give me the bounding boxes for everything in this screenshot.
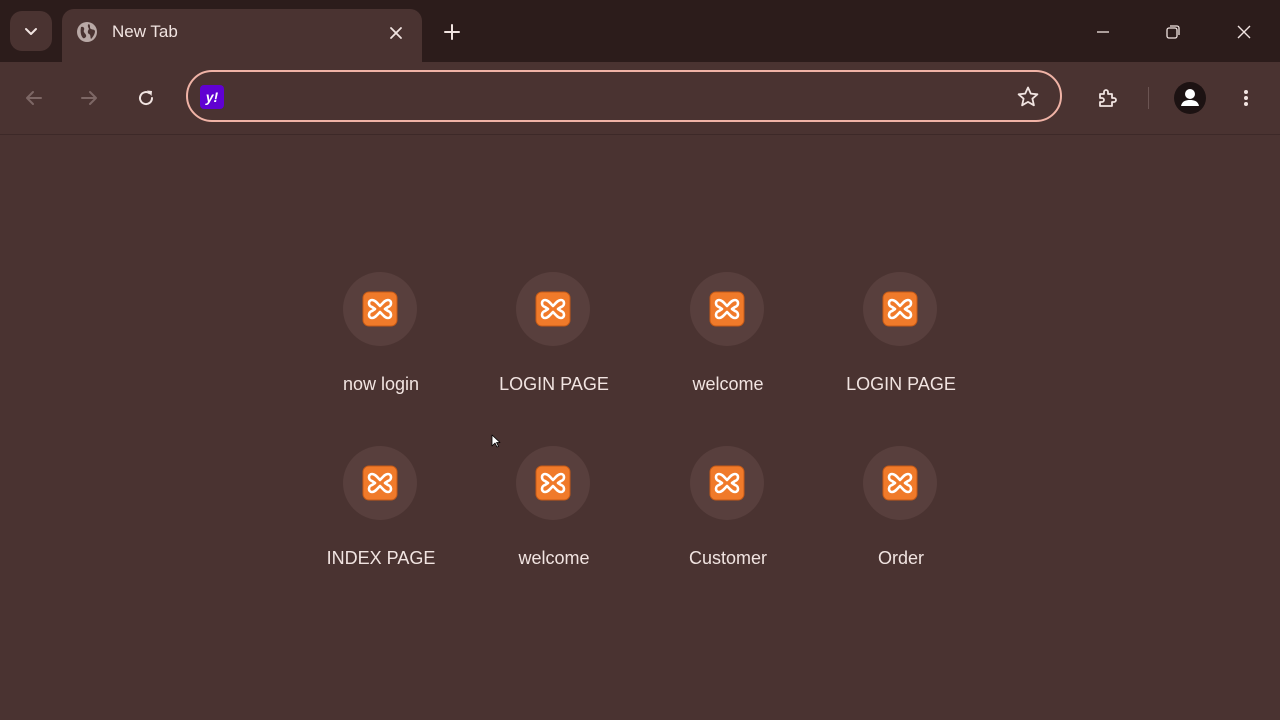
tab-search-button[interactable] [10, 11, 52, 51]
close-icon [390, 27, 402, 39]
menu-button[interactable] [1228, 80, 1264, 116]
shortcut-tile[interactable]: INDEX PAGE [306, 446, 456, 586]
xampp-icon [709, 465, 745, 501]
extensions-button[interactable] [1090, 80, 1126, 116]
more-vertical-icon [1244, 90, 1248, 106]
globe-icon [77, 22, 97, 42]
xampp-icon [362, 465, 398, 501]
chevron-down-icon [25, 28, 37, 35]
xampp-icon [882, 465, 918, 501]
restore-icon [1166, 25, 1180, 39]
reload-button[interactable] [128, 80, 164, 116]
minimize-button[interactable] [1083, 14, 1123, 50]
shortcut-label: welcome [692, 374, 764, 394]
shortcut-icon-circle [690, 272, 764, 346]
shortcut-icon-circle [343, 272, 417, 346]
shortcut-icon-circle [516, 272, 590, 346]
shortcut-icon-circle [863, 446, 937, 520]
new-tab-button[interactable] [436, 16, 468, 48]
shortcut-tile[interactable]: Order [826, 446, 976, 586]
xampp-icon [535, 465, 571, 501]
close-icon [1237, 25, 1251, 39]
browser-window: New Tab y! now login LOGIN PAGE welcome … [0, 0, 1280, 720]
shortcut-icon-circle [343, 446, 417, 520]
xampp-icon [709, 291, 745, 327]
close-window-button[interactable] [1224, 14, 1264, 50]
reload-icon [139, 90, 154, 106]
xampp-icon [362, 291, 398, 327]
forward-button[interactable] [71, 80, 107, 116]
star-icon [1017, 86, 1039, 107]
toolbar: y! [0, 62, 1280, 135]
shortcut-label: LOGIN PAGE [499, 374, 609, 394]
shortcut-label: welcome [518, 548, 590, 568]
xampp-icon [535, 291, 571, 327]
shortcut-label: now login [342, 374, 420, 394]
arrow-right-icon [81, 91, 97, 105]
shortcut-tile[interactable]: Customer [653, 446, 803, 586]
tab-close-button[interactable] [384, 21, 408, 45]
shortcut-icon-circle [863, 272, 937, 346]
shortcut-tile[interactable]: LOGIN PAGE [479, 272, 629, 412]
tab-new-tab[interactable]: New Tab [62, 9, 422, 62]
shortcut-tile[interactable]: now login [306, 272, 456, 412]
yahoo-icon: y! [200, 85, 224, 109]
xampp-icon [882, 291, 918, 327]
back-button[interactable] [16, 80, 52, 116]
profile-button[interactable] [1174, 82, 1206, 114]
tab-strip: New Tab [0, 0, 1280, 62]
shortcut-label: Order [877, 548, 924, 568]
shortcut-tile[interactable]: welcome [653, 272, 803, 412]
restore-button[interactable] [1153, 14, 1193, 50]
tab-title: New Tab [112, 22, 178, 41]
arrow-left-icon [26, 91, 42, 105]
person-icon [1181, 89, 1199, 106]
plus-icon [444, 24, 460, 40]
minimize-icon [1097, 31, 1109, 33]
bookmark-star-button[interactable] [1014, 83, 1042, 111]
mouse-cursor-icon [491, 434, 501, 448]
shortcut-tile[interactable]: LOGIN PAGE [826, 272, 976, 412]
shortcut-icon-circle [690, 446, 764, 520]
address-bar[interactable]: y! [186, 70, 1062, 122]
shortcut-label: INDEX PAGE [326, 548, 436, 568]
shortcut-label: Customer [688, 548, 768, 568]
shortcut-tile[interactable]: welcome [479, 446, 629, 586]
puzzle-icon [1099, 89, 1117, 107]
shortcut-icon-circle [516, 446, 590, 520]
toolbar-divider [1148, 87, 1149, 109]
shortcut-label: LOGIN PAGE [846, 374, 956, 394]
address-input[interactable] [234, 82, 1008, 112]
